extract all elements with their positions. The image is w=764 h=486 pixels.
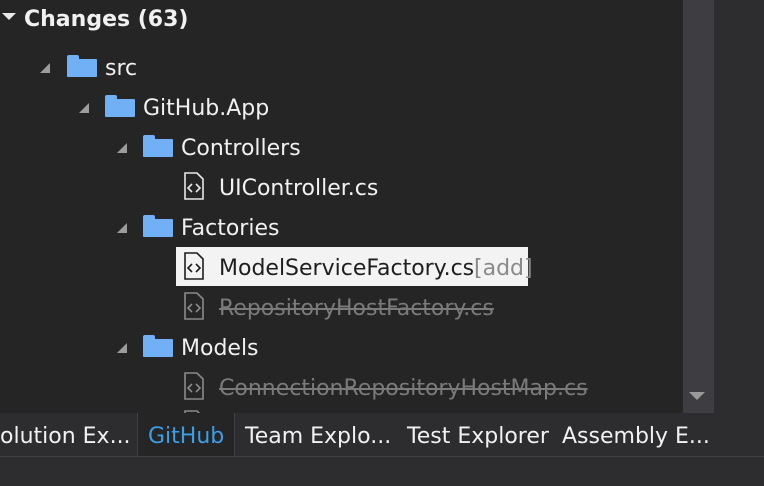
tree-node-label: RepositoryHostFactory.cs [219, 296, 494, 321]
changes-title: Changes (63) [24, 7, 189, 32]
tab-separator [234, 413, 235, 456]
window-edge [714, 0, 764, 413]
folder-icon [105, 95, 135, 117]
file-status-badge: [add] [474, 256, 533, 281]
folder-icon [143, 135, 173, 157]
status-strip [0, 456, 764, 486]
csharp-file-icon [184, 172, 204, 200]
expand-arrow-icon[interactable] [117, 223, 127, 233]
expand-arrow-icon[interactable] [79, 103, 89, 113]
expand-arrow-icon[interactable] [40, 63, 50, 73]
csharp-file-icon [184, 252, 204, 280]
folder-icon [143, 215, 173, 237]
tree-node-label: Models [181, 336, 259, 361]
scroll-down-arrow-icon[interactable] [689, 392, 705, 400]
vertical-scrollbar[interactable] [683, 0, 714, 413]
tree-node-label: UIController.cs [219, 176, 379, 201]
folder-icon [67, 55, 97, 77]
tab-test-explorer[interactable]: Test Explorer [407, 413, 549, 456]
tab-github[interactable]: GitHub [138, 413, 234, 456]
csharp-file-icon [184, 372, 204, 400]
collapse-caret-icon[interactable] [2, 13, 16, 20]
expand-arrow-icon[interactable] [117, 143, 127, 153]
tree-node-label: ModelServiceFactory.cs [219, 256, 475, 281]
tab-assembly-explorer[interactable]: Assembly E... [562, 413, 710, 456]
folder-icon [143, 335, 173, 357]
tree-node-label: ConnectionRepositoryHostMap.cs [219, 376, 588, 401]
tab-solution-explorer[interactable]: olution Ex... [0, 413, 131, 456]
expand-arrow-icon[interactable] [117, 343, 127, 353]
tree-node-label: src [105, 56, 138, 81]
tree-node-label: Factories [181, 216, 280, 241]
changes-tree: Changes (63) src GitHub.App Controllers … [0, 0, 683, 413]
csharp-file-icon [184, 292, 204, 320]
tab-team-explorer[interactable]: Team Explo... [245, 413, 391, 456]
tree-node-label: GitHub.App [143, 96, 270, 121]
tree-node-label: Controllers [181, 136, 301, 161]
tool-window-tabs: olution Ex... GitHub Team Explo... Test … [0, 413, 764, 456]
